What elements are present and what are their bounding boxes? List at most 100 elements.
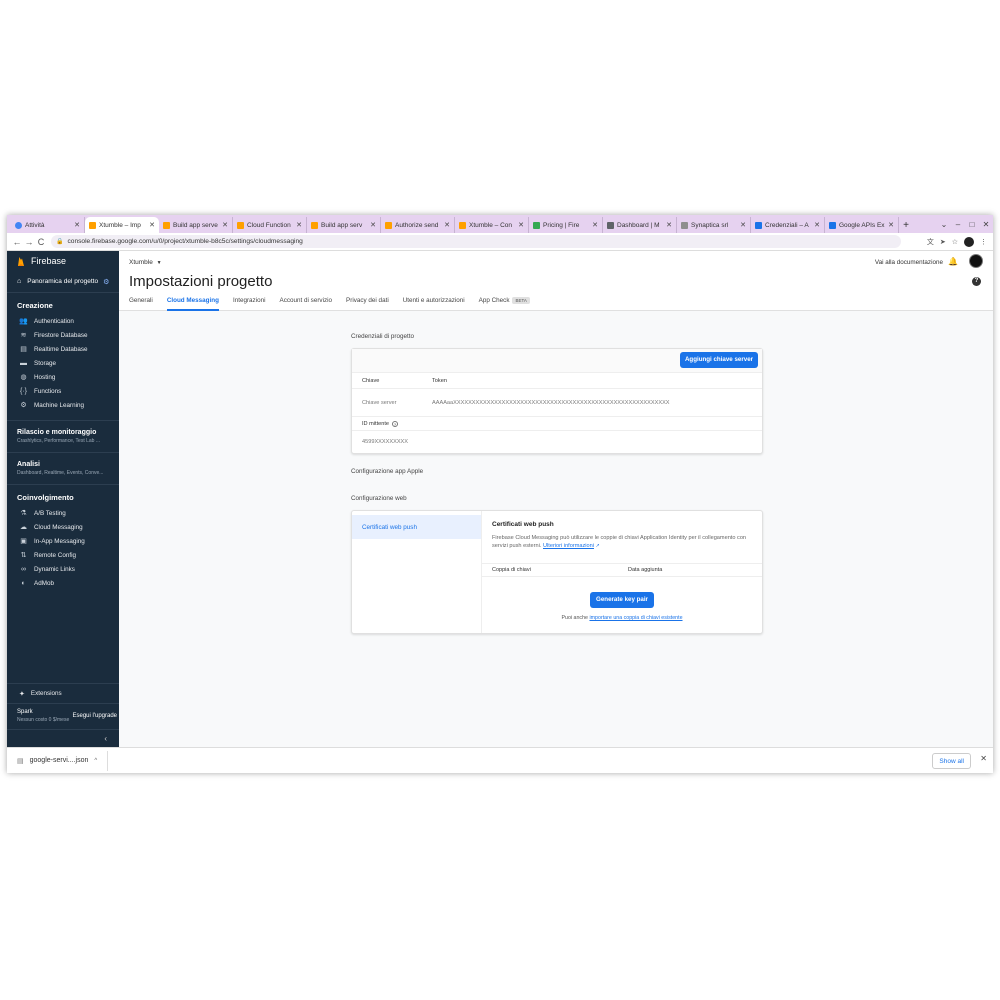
collapse-sidebar-button[interactable]: ‹ <box>7 729 119 747</box>
chevron-up-icon[interactable]: ^ <box>94 758 97 764</box>
firebase-brand[interactable]: Firebase <box>7 251 119 271</box>
sidebar-item-label: In-App Messaging <box>34 537 85 545</box>
browser-tab[interactable]: Pricing | Fire ✕ <box>529 217 603 233</box>
server-key-row[interactable]: Chiave server AAAAaaXXXXXXXXXXXXXXXXXXXX… <box>352 389 762 417</box>
notifications-bell-icon[interactable]: 🔔 <box>948 257 958 266</box>
firebase-logo-icon <box>18 256 24 266</box>
tab-close-icon[interactable]: ✕ <box>814 221 820 229</box>
settings-tab[interactable]: Utenti e autorizzazioni <box>403 297 465 311</box>
browser-tab[interactable]: Xtumble – Con ✕ <box>455 217 529 233</box>
settings-tab[interactable]: Generali <box>129 297 153 311</box>
analytics-group[interactable]: Analisi Dashboard, Realtime, Events, Con… <box>7 452 119 484</box>
firebase-sidebar: Firebase ⌂ Panoramica del progetto ⚙ Cre… <box>7 251 119 747</box>
browser-tab[interactable]: Google APIs Ex ✕ <box>825 217 899 233</box>
tab-close-icon[interactable]: ✕ <box>888 221 894 229</box>
learn-more-link[interactable]: Ulteriori informazioni <box>543 543 594 549</box>
web-push-card: Certificati web push Certificati web pus… <box>351 510 763 634</box>
settings-tab[interactable]: Privacy dei dati <box>346 297 389 311</box>
user-avatar[interactable] <box>969 254 983 268</box>
close-window-button[interactable]: ✕ <box>979 220 993 229</box>
back-icon[interactable]: ← <box>11 237 23 247</box>
tab-close-icon[interactable]: ✕ <box>592 221 598 229</box>
translate-icon[interactable]: 文 <box>927 237 934 247</box>
tab-search-icon[interactable]: ⌄ <box>937 220 951 229</box>
browser-tab[interactable]: Attività ✕ <box>11 217 85 233</box>
tab-close-icon[interactable]: ✕ <box>74 221 80 229</box>
browser-tab[interactable]: Cloud Function ✕ <box>233 217 307 233</box>
sidebar-item[interactable]: ⇅ Remote Config <box>7 548 119 562</box>
tab-close-icon[interactable]: ✕ <box>149 221 155 229</box>
sidebar-item[interactable]: ≋ Firestore Database <box>7 328 119 342</box>
settings-tab[interactable]: Integrazioni <box>233 297 266 311</box>
tab-close-icon[interactable]: ✕ <box>666 221 672 229</box>
sidebar-item[interactable]: {·} Functions <box>7 384 119 398</box>
tab-close-icon[interactable]: ✕ <box>222 221 228 229</box>
show-all-button[interactable]: Show all <box>932 753 971 769</box>
sidebar-item[interactable]: ▬ Storage <box>7 356 119 370</box>
settings-tab[interactable]: Account di servizio <box>280 297 333 311</box>
nav-web-push-certificates[interactable]: Certificati web push <box>352 515 481 539</box>
release-monitoring-group[interactable]: Rilascio e monitoraggio Crashlytics, Per… <box>7 420 119 452</box>
sidebar-item[interactable]: ⚗ A/B Testing <box>7 506 119 520</box>
settings-tab[interactable]: Cloud Messaging <box>166 297 219 311</box>
url-field[interactable]: 🔒 console.firebase.google.com/u/0/projec… <box>51 235 901 248</box>
profile-avatar[interactable] <box>964 237 974 247</box>
settings-gear-icon[interactable]: ⚙ <box>103 278 109 286</box>
extensions-item[interactable]: ✦ Extensions <box>7 683 119 703</box>
browser-tab[interactable]: Synaptica srl ✕ <box>677 217 751 233</box>
tab-close-icon[interactable]: ✕ <box>370 221 376 229</box>
tab-close-icon[interactable]: ✕ <box>740 221 746 229</box>
help-icon[interactable]: ? <box>972 277 981 286</box>
bookmark-star-icon[interactable]: ☆ <box>952 238 958 246</box>
sidebar-item[interactable]: ▣ In-App Messaging <box>7 534 119 548</box>
tab-title: Pricing | Fire <box>543 221 580 229</box>
download-item[interactable]: ▤ google-servi....json ^ <box>7 750 109 771</box>
tab-close-icon[interactable]: ✕ <box>444 221 450 229</box>
settings-tab-label: Generali <box>129 297 153 304</box>
database-icon: ▤ <box>20 346 27 353</box>
close-downloads-icon[interactable]: ✕ <box>980 754 987 763</box>
section-build-title: Creazione <box>17 301 53 310</box>
key-pairs-table-header: Coppia di chiavi Data aggiunta <box>482 563 762 577</box>
browser-tab[interactable]: Build app serve ✕ <box>159 217 233 233</box>
share-icon[interactable]: ➤ <box>940 238 946 246</box>
sidebar-item[interactable]: 👥 Authentication <box>7 314 119 328</box>
settings-tab-label: App Check <box>478 297 510 304</box>
project-overview-item[interactable]: ⌂ Panoramica del progetto ⚙ <box>7 271 119 293</box>
server-key-token[interactable]: AAAAaaXXXXXXXXXXXXXXXXXXXXXXXXXXXXXXXXXX… <box>432 400 670 406</box>
sidebar-item[interactable]: ⚙ Machine Learning <box>7 398 119 412</box>
import-prefix: Puoi anche <box>561 615 588 621</box>
browser-tab[interactable]: Xtumble – Imp ✕ <box>85 217 159 233</box>
browser-tab[interactable]: Build app serv ✕ <box>307 217 381 233</box>
firebase-icon <box>311 221 318 229</box>
maximize-button[interactable]: □ <box>965 220 979 229</box>
generate-key-pair-button[interactable]: Generate key pair <box>590 592 654 608</box>
project-selector[interactable]: Xtumble ▼ <box>129 259 162 266</box>
upgrade-button[interactable]: Esegui l'upgrade <box>72 713 117 719</box>
help-circle-icon[interactable]: ? <box>392 420 399 427</box>
web-push-description: Firebase Cloud Messaging può utilizzare … <box>492 534 752 550</box>
minimize-button[interactable]: – <box>951 220 965 229</box>
sender-id-value[interactable]: 4599XXXXXXXXX <box>362 439 408 445</box>
docs-link[interactable]: Vai alla documentazione <box>875 259 943 266</box>
sidebar-item[interactable]: ◐ AdMob <box>7 576 119 590</box>
tab-title: Dashboard | M <box>617 221 660 229</box>
tab-close-icon[interactable]: ✕ <box>518 221 524 229</box>
browser-tab[interactable]: Authorize send ✕ <box>381 217 455 233</box>
tab-title: Build app serv <box>321 221 363 229</box>
forward-icon[interactable]: → <box>23 237 35 247</box>
browser-tab[interactable]: Credenziali – A ✕ <box>751 217 825 233</box>
import-key-pair-link[interactable]: importare una coppia di chiavi esistente <box>589 615 682 621</box>
settings-tab[interactable]: App Check BETA <box>479 297 530 311</box>
sidebar-item[interactable]: ▤ Realtime Database <box>7 342 119 356</box>
reload-icon[interactable]: C <box>35 237 47 247</box>
browser-tab[interactable]: Dashboard | M ✕ <box>603 217 677 233</box>
new-tab-button[interactable]: + <box>899 217 913 233</box>
sidebar-item[interactable]: ∞ Dynamic Links <box>7 562 119 576</box>
tab-close-icon[interactable]: ✕ <box>296 221 302 229</box>
sidebar-item[interactable]: ◍ Hosting <box>7 370 119 384</box>
add-server-key-button[interactable]: Aggiungi chiave server <box>680 352 758 368</box>
beta-badge: BETA <box>512 297 530 304</box>
menu-dots-icon[interactable]: ⋮ <box>980 238 987 246</box>
sidebar-item[interactable]: ☁ Cloud Messaging <box>7 520 119 534</box>
